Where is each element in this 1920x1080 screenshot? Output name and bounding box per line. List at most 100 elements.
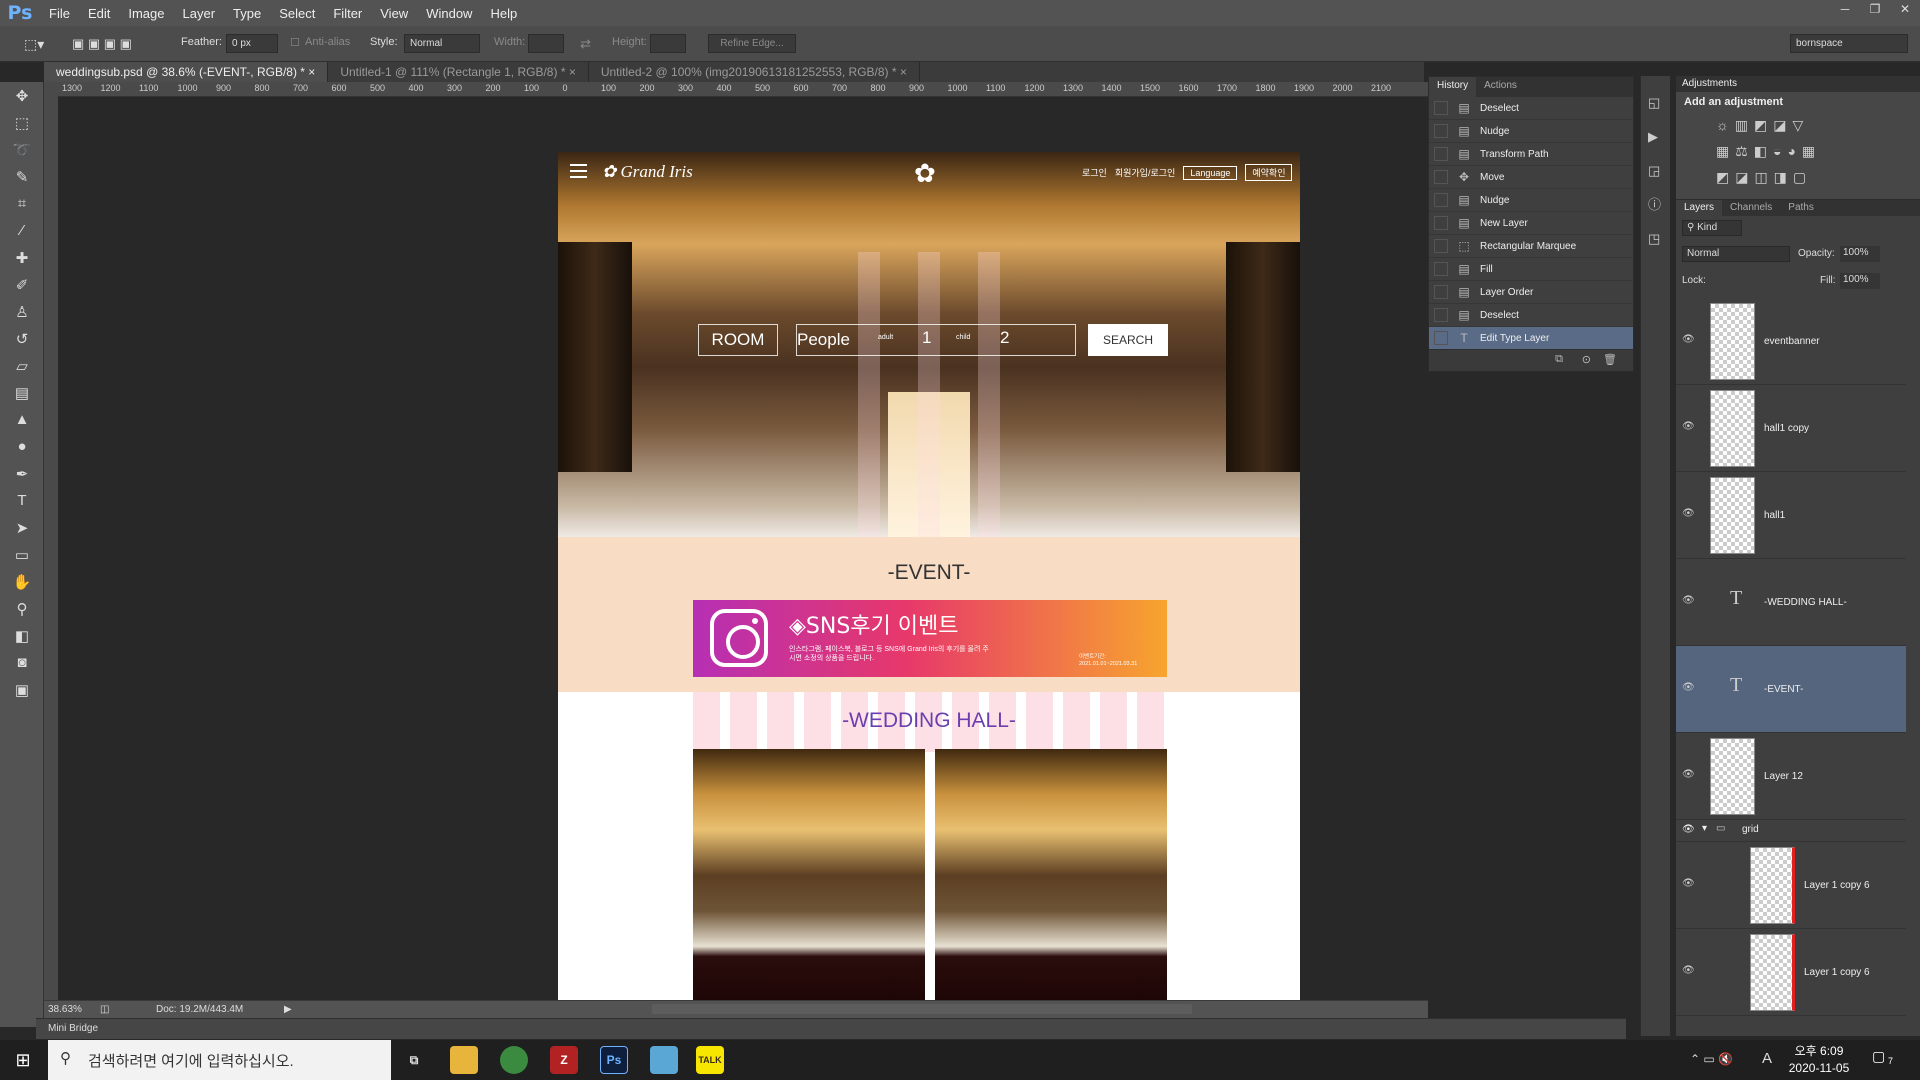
- layer-row[interactable]: 👁 T -WEDDING HALL-: [1676, 559, 1906, 646]
- history-snapshot-box[interactable]: [1434, 262, 1448, 276]
- eyedropper-tool-icon[interactable]: ⁄: [0, 217, 44, 244]
- blend-mode-select[interactable]: Normal: [1682, 246, 1790, 262]
- menu-file[interactable]: File: [40, 6, 79, 21]
- child-value[interactable]: 2: [1000, 328, 1009, 348]
- visibility-eye-icon[interactable]: 👁: [1682, 334, 1698, 345]
- tab-untitled-2[interactable]: Untitled-2 @ 100% (img20190613181252553,…: [589, 62, 920, 82]
- style-select[interactable]: Normal: [404, 34, 480, 53]
- hall-image-copy[interactable]: [935, 749, 1167, 1002]
- history-item[interactable]: T Edit Type Layer: [1429, 327, 1633, 350]
- hand-tool-icon[interactable]: ✋: [0, 568, 44, 595]
- visibility-eye-icon[interactable]: 👁: [1682, 965, 1698, 976]
- windows-start-icon[interactable]: ⊞: [0, 1040, 46, 1080]
- shape-tool-icon[interactable]: ▭: [0, 541, 44, 568]
- history-snapshot-box[interactable]: [1434, 239, 1448, 253]
- kakaotalk-icon[interactable]: TALK: [696, 1046, 724, 1074]
- eraser-tool-icon[interactable]: ▱: [0, 352, 44, 379]
- signup-link[interactable]: 회원가입/로그인: [1115, 166, 1175, 179]
- tab-actions[interactable]: Actions: [1476, 77, 1525, 97]
- room-field[interactable]: ROOM: [698, 324, 778, 356]
- history-brush-icon[interactable]: ↺: [0, 325, 44, 352]
- workspace-select[interactable]: bornspace: [1790, 34, 1908, 53]
- tab-weddingsub[interactable]: weddingsub.psd @ 38.6% (-EVENT-, RGB/8) …: [44, 62, 329, 82]
- visibility-eye-icon[interactable]: 👁: [1682, 878, 1698, 889]
- brush-tool-icon[interactable]: ✐: [0, 271, 44, 298]
- close-button[interactable]: ✕: [1890, 0, 1920, 20]
- taskbar-search[interactable]: ⚲ 검색하려면 여기에 입력하십시오.: [48, 1040, 391, 1080]
- history-snapshot-box[interactable]: [1434, 308, 1448, 322]
- adult-value[interactable]: 1: [922, 328, 931, 348]
- refine-edge-button[interactable]: Refine Edge...: [708, 34, 796, 53]
- fill-input[interactable]: 100%: [1840, 273, 1880, 289]
- app-icon[interactable]: [650, 1046, 678, 1074]
- search-button[interactable]: SEARCH: [1088, 324, 1168, 356]
- screen-mode-icon[interactable]: ▣: [0, 676, 44, 703]
- menu-filter[interactable]: Filter: [324, 6, 371, 21]
- menu-select[interactable]: Select: [270, 6, 324, 21]
- kind-filter[interactable]: ⚲ Kind: [1682, 220, 1742, 236]
- gradient-tool-icon[interactable]: ▤: [0, 379, 44, 406]
- layer-row[interactable]: 👁 Layer 1 copy 6: [1676, 929, 1906, 1016]
- people-field[interactable]: People: [796, 324, 1076, 356]
- selection-mode-icons[interactable]: ▣ ▣ ▣ ▣: [72, 36, 132, 52]
- tab-paths[interactable]: Paths: [1780, 200, 1822, 216]
- status-arrow-icon[interactable]: ▶: [284, 1004, 292, 1015]
- tab-close-icon[interactable]: ×: [569, 65, 576, 79]
- adjustments-tab[interactable]: Adjustments: [1676, 76, 1920, 92]
- task-view-icon[interactable]: ⧉: [400, 1046, 428, 1074]
- tab-untitled-1[interactable]: Untitled-1 @ 111% (Rectangle 1, RGB/8) *…: [328, 62, 589, 82]
- layer-group-row[interactable]: 👁 ▾ ▭ grid: [1676, 820, 1906, 842]
- dodge-tool-icon[interactable]: ●: [0, 433, 44, 460]
- sns-event-banner[interactable]: ◈SNS후기 이벤트 인스타그램, 페이스북, 블로그 등 SNS에 Grand…: [693, 600, 1167, 677]
- group-name[interactable]: grid: [1742, 824, 1759, 835]
- visibility-eye-icon[interactable]: 👁: [1682, 421, 1698, 432]
- tray-icons[interactable]: ⌃ ▭ 🔇: [1690, 1052, 1733, 1066]
- restore-button[interactable]: ❐: [1860, 0, 1890, 20]
- horizontal-scrollbar[interactable]: [300, 1004, 1600, 1014]
- history-snapshot-box[interactable]: [1434, 124, 1448, 138]
- lasso-tool-icon[interactable]: ➰: [0, 136, 44, 163]
- history-item[interactable]: ▤ Deselect: [1429, 304, 1633, 327]
- color-swatches-icon[interactable]: ◧: [0, 622, 44, 649]
- snapshot-icon[interactable]: ⊙: [1582, 353, 1591, 366]
- healing-brush-icon[interactable]: ✚: [0, 244, 44, 271]
- zoom-tool-icon[interactable]: ⚲: [0, 595, 44, 622]
- tab-close-icon[interactable]: ×: [900, 65, 907, 79]
- layer-row[interactable]: 👁 hall1 copy: [1676, 385, 1906, 472]
- quick-select-tool-icon[interactable]: ✎: [0, 163, 44, 190]
- zoom-level[interactable]: 38.63%: [48, 1004, 82, 1015]
- visibility-eye-icon[interactable]: 👁: [1682, 824, 1695, 835]
- type-tool-icon[interactable]: T: [0, 487, 44, 514]
- layer-row[interactable]: 👁 Layer 12: [1676, 733, 1906, 820]
- hamburger-icon[interactable]: [570, 164, 587, 178]
- layer-name[interactable]: -WEDDING HALL-: [1764, 597, 1847, 608]
- move-tool-icon[interactable]: ✥: [0, 82, 44, 109]
- history-snapshot-box[interactable]: [1434, 216, 1448, 230]
- swap-icon[interactable]: ⇄: [580, 36, 591, 52]
- layer-name[interactable]: Layer 12: [1764, 771, 1803, 782]
- notification-icon[interactable]: ▢: [1872, 1048, 1885, 1065]
- document-page[interactable]: ✿ Grand Iris ✿ 로그인 회원가입/로그인 Language 예약확…: [558, 152, 1300, 1002]
- history-item[interactable]: ▤ New Layer: [1429, 212, 1633, 235]
- opacity-input[interactable]: 100%: [1840, 246, 1880, 262]
- history-item[interactable]: ▤ Layer Order: [1429, 281, 1633, 304]
- clone-stamp-icon[interactable]: ♙: [0, 298, 44, 325]
- menu-view[interactable]: View: [371, 6, 417, 21]
- layer-name[interactable]: -EVENT-: [1764, 684, 1803, 695]
- dock-icons[interactable]: ◱ ▶ ◲ ⓘ ◳: [1641, 76, 1670, 266]
- scroll-thumb[interactable]: [652, 1004, 1192, 1014]
- tab-layers[interactable]: Layers: [1676, 200, 1723, 216]
- tab-channels[interactable]: Channels: [1722, 200, 1780, 216]
- new-document-icon[interactable]: ⧉: [1555, 353, 1563, 366]
- layer-row[interactable]: 👁 eventbanner: [1676, 298, 1906, 385]
- menu-type[interactable]: Type: [224, 6, 270, 21]
- hall-image[interactable]: [693, 749, 925, 1002]
- history-item[interactable]: ▤ Fill: [1429, 258, 1633, 281]
- mini-bridge-tab[interactable]: Mini Bridge: [48, 1023, 98, 1034]
- height-input[interactable]: [650, 34, 686, 53]
- system-clock[interactable]: 오후 6:09 2020-11-05: [1778, 1043, 1860, 1077]
- history-item[interactable]: ▤ Deselect: [1429, 97, 1633, 120]
- marquee-tool-icon[interactable]: ⬚: [0, 109, 44, 136]
- width-input[interactable]: [528, 34, 564, 53]
- photoshop-taskbar-icon[interactable]: Ps: [600, 1046, 628, 1074]
